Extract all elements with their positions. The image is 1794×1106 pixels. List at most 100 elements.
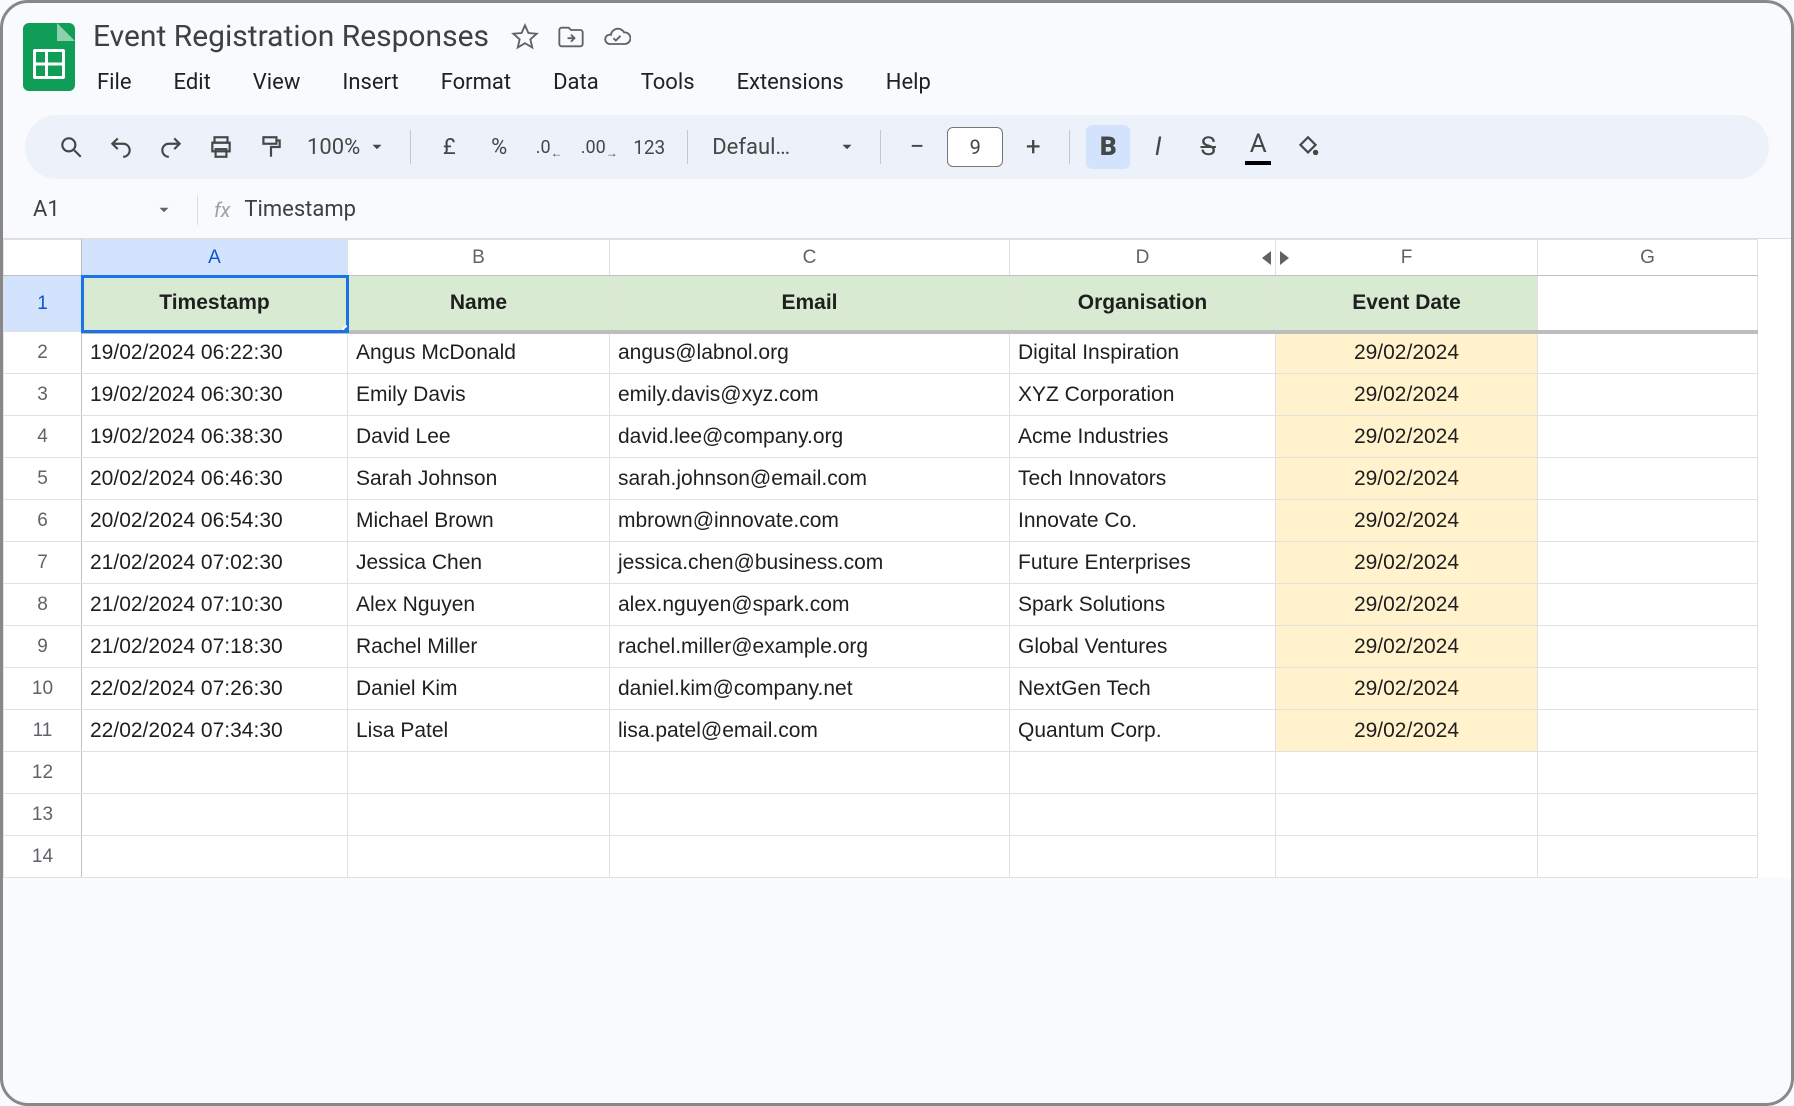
cell-C6[interactable]: mbrown@innovate.com: [610, 500, 1010, 542]
cell-D9[interactable]: Global Ventures: [1010, 626, 1276, 668]
cell-G2[interactable]: [1538, 332, 1758, 374]
cell-C2[interactable]: angus@labnol.org: [610, 332, 1010, 374]
row-header-2[interactable]: 2: [4, 332, 82, 374]
redo-button[interactable]: [149, 125, 193, 169]
bold-button[interactable]: B: [1086, 125, 1130, 169]
cell-F11[interactable]: 29/02/2024: [1276, 710, 1538, 752]
header-cell-A[interactable]: Timestamp: [82, 276, 348, 332]
expand-hidden-columns-left-icon[interactable]: [1262, 251, 1271, 265]
row-header-3[interactable]: 3: [4, 374, 82, 416]
row-header-7[interactable]: 7: [4, 542, 82, 584]
decrease-decimal-button[interactable]: .0←: [527, 125, 571, 169]
cell-F2[interactable]: 29/02/2024: [1276, 332, 1538, 374]
sheets-logo-icon[interactable]: [23, 23, 75, 91]
cell-B7[interactable]: Jessica Chen: [348, 542, 610, 584]
cell-A3[interactable]: 19/02/2024 06:30:30: [82, 374, 348, 416]
cell-C14[interactable]: [610, 836, 1010, 878]
column-header-C[interactable]: C: [610, 240, 1010, 276]
formula-input[interactable]: Timestamp: [244, 197, 356, 222]
row-header-14[interactable]: 14: [4, 836, 82, 878]
cell-G3[interactable]: [1538, 374, 1758, 416]
header-cell-C[interactable]: Email: [610, 276, 1010, 332]
cell-F4[interactable]: 29/02/2024: [1276, 416, 1538, 458]
cell-C3[interactable]: emily.davis@xyz.com: [610, 374, 1010, 416]
percent-button[interactable]: %: [477, 125, 521, 169]
row-header-11[interactable]: 11: [4, 710, 82, 752]
cell-D12[interactable]: [1010, 752, 1276, 794]
search-menus-icon[interactable]: [49, 125, 93, 169]
star-icon[interactable]: [511, 23, 539, 51]
cell-A12[interactable]: [82, 752, 348, 794]
cell-B11[interactable]: Lisa Patel: [348, 710, 610, 752]
cell-B2[interactable]: Angus McDonald: [348, 332, 610, 374]
cell-B12[interactable]: [348, 752, 610, 794]
menu-view[interactable]: View: [249, 66, 305, 99]
cell-D6[interactable]: Innovate Co.: [1010, 500, 1276, 542]
move-folder-icon[interactable]: [557, 23, 585, 51]
cell-D14[interactable]: [1010, 836, 1276, 878]
column-header-F[interactable]: F: [1276, 240, 1538, 276]
row-header-1[interactable]: 1: [4, 276, 82, 332]
cell-B9[interactable]: Rachel Miller: [348, 626, 610, 668]
document-title[interactable]: Event Registration Responses: [89, 17, 493, 56]
cell-A8[interactable]: 21/02/2024 07:10:30: [82, 584, 348, 626]
cell-G12[interactable]: [1538, 752, 1758, 794]
cell-C13[interactable]: [610, 794, 1010, 836]
menu-edit[interactable]: Edit: [170, 66, 215, 99]
cell-D2[interactable]: Digital Inspiration: [1010, 332, 1276, 374]
cell-B8[interactable]: Alex Nguyen: [348, 584, 610, 626]
cell-A2[interactable]: 19/02/2024 06:22:30: [82, 332, 348, 374]
cell-G4[interactable]: [1538, 416, 1758, 458]
chevron-down-icon[interactable]: [155, 201, 173, 219]
cell-A13[interactable]: [82, 794, 348, 836]
cell-G11[interactable]: [1538, 710, 1758, 752]
cell-G14[interactable]: [1538, 836, 1758, 878]
cell-A7[interactable]: 21/02/2024 07:02:30: [82, 542, 348, 584]
cell-C12[interactable]: [610, 752, 1010, 794]
zoom-select[interactable]: 100%: [299, 135, 394, 160]
expand-hidden-columns-right-icon[interactable]: [1280, 251, 1289, 265]
undo-button[interactable]: [99, 125, 143, 169]
cell-A9[interactable]: 21/02/2024 07:18:30: [82, 626, 348, 668]
cell-G9[interactable]: [1538, 626, 1758, 668]
cell-B4[interactable]: David Lee: [348, 416, 610, 458]
row-header-12[interactable]: 12: [4, 752, 82, 794]
cell-F8[interactable]: 29/02/2024: [1276, 584, 1538, 626]
cell-F6[interactable]: 29/02/2024: [1276, 500, 1538, 542]
increase-decimal-button[interactable]: .00→: [577, 125, 621, 169]
cell-B3[interactable]: Emily Davis: [348, 374, 610, 416]
row-header-13[interactable]: 13: [4, 794, 82, 836]
cell-A5[interactable]: 20/02/2024 06:46:30: [82, 458, 348, 500]
menu-help[interactable]: Help: [882, 66, 935, 99]
cell-C7[interactable]: jessica.chen@business.com: [610, 542, 1010, 584]
menu-format[interactable]: Format: [437, 66, 515, 99]
cell-C9[interactable]: rachel.miller@example.org: [610, 626, 1010, 668]
cell-F5[interactable]: 29/02/2024: [1276, 458, 1538, 500]
row-header-8[interactable]: 8: [4, 584, 82, 626]
font-family-select[interactable]: Defaul…: [704, 135, 864, 160]
cell-A11[interactable]: 22/02/2024 07:34:30: [82, 710, 348, 752]
font-size-input[interactable]: 9: [947, 127, 1003, 167]
menu-insert[interactable]: Insert: [338, 66, 402, 99]
cloud-saved-icon[interactable]: [603, 23, 631, 51]
cell-G10[interactable]: [1538, 668, 1758, 710]
header-cell-D[interactable]: Organisation: [1010, 276, 1276, 332]
spreadsheet-grid[interactable]: ABCDFG1TimestampNameEmailOrganisationEve…: [3, 238, 1791, 878]
cell-F10[interactable]: 29/02/2024: [1276, 668, 1538, 710]
text-color-button[interactable]: A: [1236, 125, 1280, 169]
header-cell-F[interactable]: Event Date: [1276, 276, 1538, 332]
cell-F3[interactable]: 29/02/2024: [1276, 374, 1538, 416]
selection-handle[interactable]: [342, 325, 348, 332]
cell-A14[interactable]: [82, 836, 348, 878]
more-formats-button[interactable]: 123: [627, 125, 671, 169]
cell-D5[interactable]: Tech Innovators: [1010, 458, 1276, 500]
cell-D10[interactable]: NextGen Tech: [1010, 668, 1276, 710]
column-header-D[interactable]: D: [1010, 240, 1276, 276]
cell-C11[interactable]: lisa.patel@email.com: [610, 710, 1010, 752]
cell-B14[interactable]: [348, 836, 610, 878]
cell-B13[interactable]: [348, 794, 610, 836]
cell-G13[interactable]: [1538, 794, 1758, 836]
cell-A6[interactable]: 20/02/2024 06:54:30: [82, 500, 348, 542]
menu-extensions[interactable]: Extensions: [733, 66, 848, 99]
column-header-A[interactable]: A: [82, 240, 348, 276]
